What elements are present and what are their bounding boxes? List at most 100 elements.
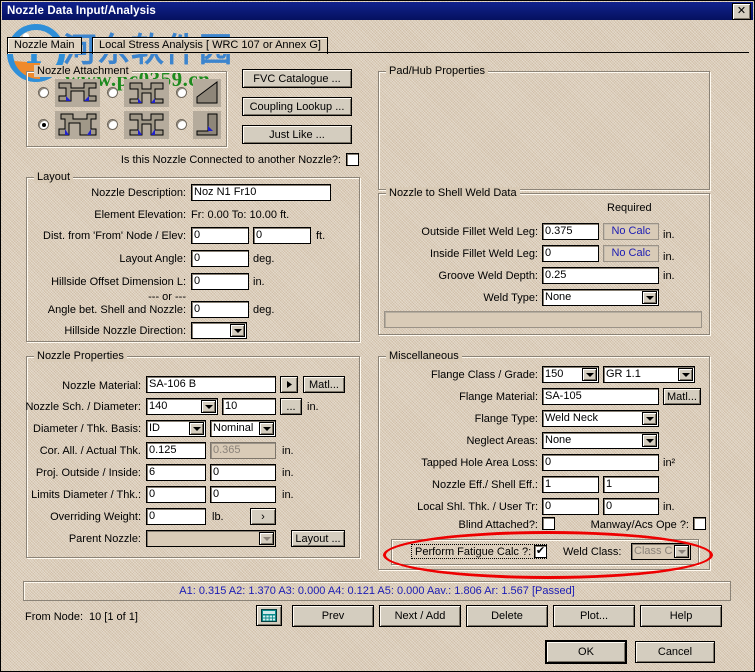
- manway-access-label: Manway/Acs Ope ?:: [590, 519, 689, 531]
- flange-material-input[interactable]: SA-105: [542, 388, 659, 405]
- chevron-down-icon[interactable]: [230, 324, 245, 337]
- limits-diameter-input[interactable]: 0: [146, 486, 206, 503]
- parent-nozzle-label: Parent Nozzle:: [68, 533, 141, 545]
- radio-attachment-3[interactable]: [176, 87, 187, 98]
- delete-button[interactable]: Delete: [466, 605, 548, 627]
- parent-nozzle-select[interactable]: [146, 530, 276, 547]
- shell-efficiency-input[interactable]: 1: [603, 476, 659, 493]
- nozzle-material-next-button[interactable]: [280, 376, 298, 393]
- chevron-down-icon[interactable]: [201, 400, 216, 413]
- nozzle-material-input[interactable]: SA-106 B: [146, 376, 276, 393]
- close-icon[interactable]: ✕: [732, 3, 751, 20]
- cancel-button[interactable]: Cancel: [635, 641, 715, 663]
- thk-basis-select[interactable]: Nominal: [210, 420, 276, 437]
- nozzle-efficiency-input[interactable]: 1: [542, 476, 599, 493]
- nozzle-sch-value: 140: [149, 400, 168, 412]
- radio-attachment-4[interactable]: [38, 119, 49, 130]
- inside-fillet-input[interactable]: 0: [542, 245, 599, 262]
- radio-attachment-5[interactable]: [107, 119, 118, 130]
- groove-weld-depth-label: Groove Weld Depth:: [438, 270, 538, 282]
- nozzle-type-icon-1[interactable]: [55, 79, 100, 107]
- nozzle-type-icon-4[interactable]: [55, 111, 100, 139]
- cor-allowance-input[interactable]: 0.125: [146, 442, 206, 459]
- flange-material-matl-button[interactable]: Matl...: [663, 388, 701, 405]
- dist-elev-input[interactable]: 0: [253, 227, 311, 244]
- parent-nozzle-layout-button[interactable]: Layout ...: [291, 530, 345, 547]
- overriding-weight-input[interactable]: 0: [146, 508, 206, 525]
- chevron-down-icon[interactable]: [259, 422, 274, 435]
- hillside-direction-select[interactable]: [191, 322, 247, 339]
- tapped-hole-area-loss-input[interactable]: 0: [542, 454, 659, 471]
- layout-angle-input[interactable]: 0: [191, 250, 249, 267]
- dist-from-node-label: Dist. from 'From' Node / Elev:: [43, 230, 186, 242]
- or-separator-label: --- or ---: [148, 291, 186, 303]
- local-shell-thk-unit: in.: [663, 501, 675, 513]
- inside-fillet-unit: in.: [663, 251, 675, 263]
- diameter-basis-select[interactable]: ID: [146, 420, 206, 437]
- fvc-catalogue-button[interactable]: FVC Catalogue ...: [242, 69, 352, 88]
- flange-grade-select[interactable]: GR 1.1: [603, 366, 695, 383]
- overriding-weight-more-button[interactable]: ›: [250, 508, 276, 525]
- outside-fillet-input[interactable]: 0.375: [542, 223, 599, 240]
- inside-fillet-label: Inside Fillet Weld Leg:: [429, 248, 538, 260]
- chevron-down-icon[interactable]: [642, 434, 657, 447]
- next-add-button[interactable]: Next / Add: [379, 605, 461, 627]
- nozzle-type-icon-6[interactable]: [193, 111, 221, 139]
- nozzle-diameter-input[interactable]: 10: [222, 398, 276, 415]
- neglect-areas-select[interactable]: None: [542, 432, 659, 449]
- flange-type-select[interactable]: Weld Neck: [542, 410, 659, 427]
- prev-button[interactable]: Prev: [292, 605, 374, 627]
- diameter-basis-value: ID: [149, 422, 160, 434]
- just-like-button[interactable]: Just Like ...: [242, 125, 352, 144]
- connected-nozzle-checkbox[interactable]: [346, 153, 359, 166]
- window-title: Nozzle Data Input/Analysis: [7, 5, 156, 17]
- manway-access-checkbox[interactable]: [693, 517, 706, 530]
- blind-attached-checkbox[interactable]: [542, 517, 555, 530]
- nozzle-type-icon-3[interactable]: [193, 79, 221, 107]
- limits-unit: in.: [282, 489, 294, 501]
- chevron-down-icon[interactable]: [189, 422, 204, 435]
- proj-outside-input[interactable]: 6: [146, 464, 206, 481]
- chevron-down-icon[interactable]: [642, 291, 657, 304]
- nozzle-type-icon-2[interactable]: [124, 79, 169, 107]
- coupling-lookup-button[interactable]: Coupling Lookup ...: [242, 97, 352, 116]
- proj-inside-input[interactable]: 0: [210, 464, 276, 481]
- weld-class-select[interactable]: Class C: [631, 543, 691, 560]
- chevron-down-icon[interactable]: [674, 545, 689, 558]
- perform-fatigue-calc-label: Perform Fatigue Calc ?:: [415, 546, 532, 558]
- hillside-offset-input[interactable]: 0: [191, 273, 249, 290]
- status-bar: A1: 0.315 A2: 1.370 A3: 0.000 A4: 0.121 …: [23, 581, 731, 601]
- nozzle-material-label: Nozzle Material:: [62, 380, 141, 392]
- nozzle-sch-select[interactable]: 140: [146, 398, 218, 415]
- limits-thickness-input[interactable]: 0: [210, 486, 276, 503]
- diameter-thk-basis-label: Diameter / Thk. Basis:: [33, 423, 141, 435]
- flange-class-select[interactable]: 150: [542, 366, 599, 383]
- chevron-down-icon[interactable]: [678, 368, 693, 381]
- chevron-down-icon[interactable]: [642, 412, 657, 425]
- groove-weld-depth-input[interactable]: 0.25: [542, 267, 659, 284]
- nozzle-diameter-browse-button[interactable]: ...: [280, 398, 302, 415]
- radio-attachment-2[interactable]: [107, 87, 118, 98]
- plot-button[interactable]: Plot...: [553, 605, 635, 627]
- radio-attachment-6[interactable]: [176, 119, 187, 130]
- nozzle-description-input[interactable]: Noz N1 Fr10: [191, 184, 331, 201]
- radio-attachment-1[interactable]: [38, 87, 49, 98]
- calculator-icon[interactable]: [256, 605, 282, 626]
- flange-class-grade-label: Flange Class / Grade:: [431, 369, 538, 381]
- nozzle-type-icon-5[interactable]: [124, 111, 169, 139]
- weld-type-select[interactable]: None: [542, 289, 659, 306]
- chevron-down-icon[interactable]: [259, 532, 274, 545]
- dist-from-node-input[interactable]: 0: [191, 227, 249, 244]
- chevron-down-icon[interactable]: [582, 368, 597, 381]
- weld-data-legend: Nozzle to Shell Weld Data: [386, 187, 520, 199]
- angle-shell-nozzle-label: Angle bet. Shell and Nozzle:: [47, 304, 186, 316]
- perform-fatigue-calc-checkbox[interactable]: ✔: [534, 545, 547, 558]
- nozzle-material-matl-button[interactable]: Matl...: [303, 376, 345, 393]
- help-button[interactable]: Help: [640, 605, 722, 627]
- ok-button[interactable]: OK: [546, 641, 626, 663]
- nozzle-sch-diameter-label: Nozzle Sch. / Diameter:: [25, 401, 141, 413]
- local-shell-thickness-input[interactable]: 0: [542, 498, 599, 515]
- user-tr-input[interactable]: 0: [603, 498, 659, 515]
- angle-shell-nozzle-input[interactable]: 0: [191, 301, 249, 318]
- weld-type-label: Weld Type:: [483, 292, 538, 304]
